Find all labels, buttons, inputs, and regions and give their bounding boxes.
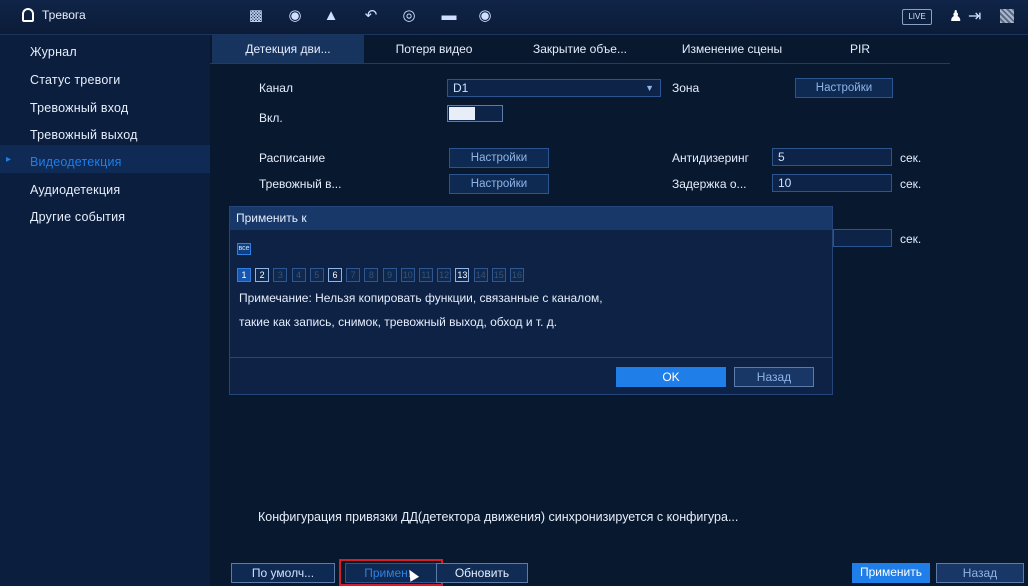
enable-toggle[interactable] [447,105,503,122]
face-icon[interactable]: ◉ [282,6,308,26]
channel-checkbox[interactable]: 9 [382,268,397,282]
tab-divider [210,63,950,64]
sidebar-item-alarm-status[interactable]: Статус тревоги [30,67,120,93]
tab-tampering[interactable]: Закрытие объе... [510,35,650,63]
sidebar-item-video-detection[interactable]: Видеодетекция [30,149,122,175]
back-button[interactable]: Назад [936,563,1024,583]
extra-unit: сек. [900,232,922,246]
ok-button[interactable]: OK [616,367,726,387]
zone-settings-button[interactable]: Настройки [795,78,893,98]
channel-checkbox[interactable]: 3 [273,268,288,282]
sidebar-item-alarm-output[interactable]: Тревожный выход [30,122,138,148]
alarm-icon [22,8,34,22]
channel-checkbox[interactable]: 8 [364,268,379,282]
default-button[interactable]: По умолч... [231,563,335,583]
channel-checkbox[interactable]: 10 [400,268,415,282]
person-icon[interactable]: ▲ [318,6,344,26]
channel-checkbox[interactable]: 7 [346,268,361,282]
apply-button[interactable]: Применить [852,563,930,583]
enable-label: Вкл. [259,111,283,125]
channel-checkbox[interactable]: 12 [437,268,452,282]
toggle-knob [449,107,475,120]
antidither-unit: сек. [900,151,922,165]
channel-checkbox[interactable]: 2 [255,268,270,282]
chevron-right-icon: ▸ [6,154,12,165]
schedule-label: Расписание [259,151,326,165]
channel-checkbox[interactable]: 13 [455,268,470,282]
film-icon[interactable]: ▩ [243,6,269,26]
channel-checkbox[interactable]: 15 [491,268,506,282]
delay-input[interactable]: 10 [772,174,892,192]
alarm-input-label: Тревожный в... [259,177,342,191]
channel-checkbox[interactable]: 5 [309,268,324,282]
live-button[interactable]: LIVE [902,9,932,25]
channel-checkbox[interactable]: 6 [328,268,342,282]
delay-unit: сек. [900,177,922,191]
apply-to-dialog: Применить к все 1 2 3 4 5 6 7 8 9 10 11 12 13 14 15 16 … [229,206,833,395]
tab-pir[interactable]: PIR [830,35,890,63]
page-title-label: Тревога [42,8,86,22]
menu-icon[interactable] [1000,9,1014,23]
speaker-icon[interactable]: ◉ [472,6,498,26]
refresh-button[interactable]: Обновить [436,563,528,583]
speedometer-icon[interactable]: ↶ [358,6,384,26]
sidebar-item-other-events[interactable]: Другие события [30,204,125,230]
sidebar-item-audio-detection[interactable]: Аудиодетекция [30,177,120,203]
channel-select[interactable]: D1 ▼ [447,79,661,97]
channel-value: D1 [453,81,469,95]
channel-checkbox[interactable]: 1 [237,268,251,282]
chevron-down-icon: ▼ [645,83,654,93]
tab-scene-change[interactable]: Изменение сцены [652,35,812,63]
channel-checkbox[interactable]: 4 [291,268,306,282]
extra-input[interactable] [833,229,892,247]
dialog-title: Применить к [236,211,307,225]
logout-icon[interactable]: ⇥ [968,6,981,26]
sidebar-item-journal[interactable]: Журнал [30,39,77,65]
sidebar-item-alarm-input[interactable]: Тревожный вход [30,95,128,121]
dialog-back-button[interactable]: Назад [734,367,814,387]
motion-sync-note: Конфигурация привязки ДД(детектора движе… [258,510,739,524]
channel-checkbox[interactable]: 11 [419,268,433,282]
delay-label: Задержка о... [672,177,747,191]
schedule-settings-button[interactable]: Настройки [449,148,549,168]
alarm-input-settings-button[interactable]: Настройки [449,174,549,194]
antidither-input[interactable]: 5 [772,148,892,166]
tab-video-loss[interactable]: Потеря видео [374,35,494,63]
page-title: Тревога [22,8,86,22]
highlight-box [339,559,443,586]
channel-label: Канал [259,81,293,95]
antidither-label: Антидизеринг [672,151,749,165]
channel-checkbox[interactable]: 16 [510,268,524,282]
dialog-note-line-1: Примечание: Нельзя копировать функции, с… [239,291,603,305]
select-all-checkbox[interactable]: все [237,243,251,255]
top-bar: Тревога ▩ ◉ ▲ ↶ ◎ ▬ ◉ LIVE ♟ ⇥ [0,0,1028,35]
dialog-note-line-2: такие как запись, снимок, тревожный выхо… [239,315,558,329]
dialog-header: Применить к [230,207,832,230]
user-icon[interactable]: ♟ [949,7,962,25]
channel-checkbox[interactable]: 14 [473,268,488,282]
monitor-icon[interactable]: ▬ [436,6,462,26]
tab-motion-detection[interactable]: Детекция дви... [212,35,364,63]
dialog-footer-divider [230,357,832,358]
zone-label: Зона [672,81,700,95]
record-icon[interactable]: ◎ [396,6,422,26]
